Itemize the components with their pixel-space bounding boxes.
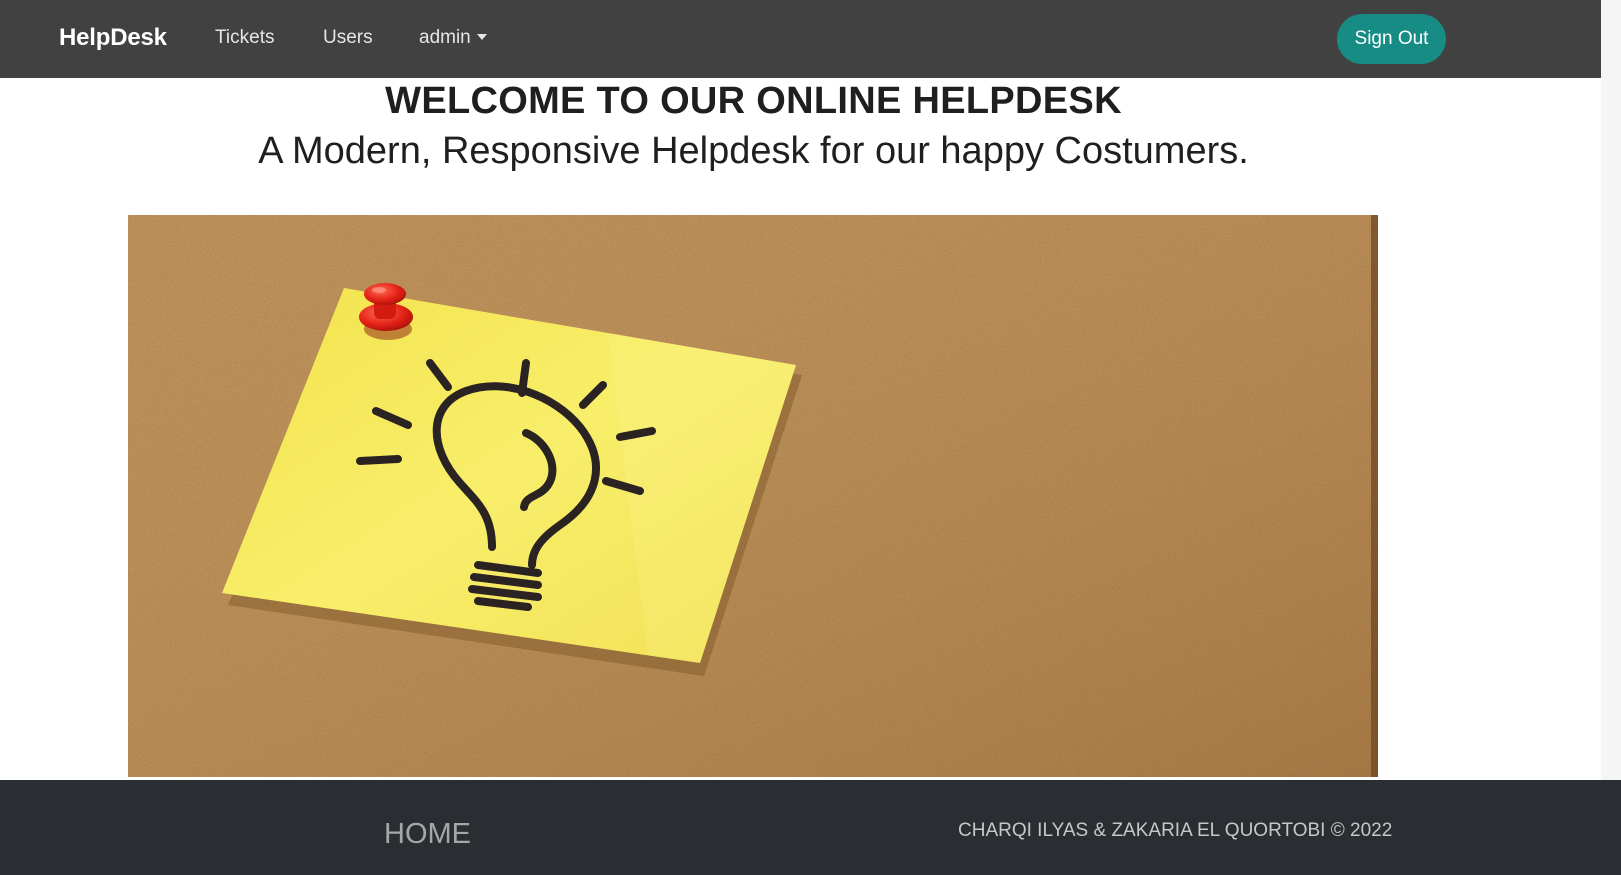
chevron-down-icon xyxy=(476,34,487,40)
page-footer: HOME CHARQI ILYAS & ZAKARIA EL QUORTOBI … xyxy=(0,780,1621,875)
hero-banner-image xyxy=(128,215,1378,777)
nav-admin-dropdown[interactable]: admin xyxy=(419,27,487,49)
admin-dropdown-label: admin xyxy=(419,27,471,48)
nav-tickets-link[interactable]: Tickets xyxy=(215,27,274,49)
push-pin-icon xyxy=(359,283,413,340)
nav-users-link[interactable]: Users xyxy=(323,27,373,49)
footer-copyright: CHARQI ILYAS & ZAKARIA EL QUORTOBI © 202… xyxy=(958,820,1393,841)
footer-home-link[interactable]: HOME xyxy=(384,818,471,851)
sign-out-button[interactable]: Sign Out xyxy=(1337,14,1446,64)
scrollbar-track[interactable] xyxy=(1601,0,1621,875)
page-title: WELCOME TO OUR ONLINE HELPDESK xyxy=(385,80,1122,122)
page-subtitle: A Modern, Responsive Helpdesk for our ha… xyxy=(258,130,1249,172)
brand-link[interactable]: HelpDesk xyxy=(59,24,167,52)
top-navbar: HelpDesk Tickets Users admin Sign Out xyxy=(0,0,1621,78)
